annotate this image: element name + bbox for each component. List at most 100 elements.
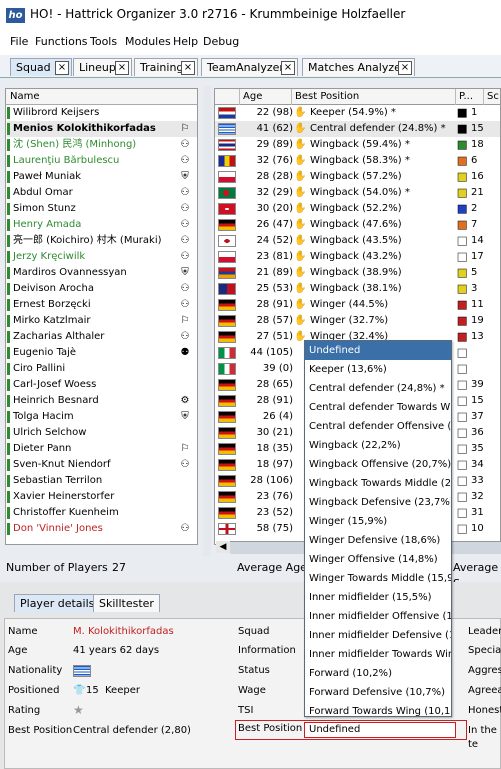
- table-row[interactable]: 29 (89) ✋ Wingback (59.4%) * ■ 18: [215, 137, 500, 153]
- list-item[interactable]: Simon Stunz ⚇: [7, 201, 197, 217]
- tab-player-details[interactable]: Player details: [14, 594, 101, 612]
- tab-matches-analyzer[interactable]: Matches Analyzer ×: [302, 58, 415, 76]
- table-row[interactable]: 28 (28) ✋ Wingback (57.2%) ■ 16: [215, 169, 500, 185]
- list-item[interactable]: Ciro Pallini: [7, 361, 197, 377]
- list-item[interactable]: Wilibrord Keijsers: [7, 105, 197, 121]
- list-item[interactable]: Ernest Borzęcki ⚇: [7, 297, 197, 313]
- popup-option[interactable]: Forward Towards Wing (10,1: [305, 702, 451, 716]
- player-name: Ulrich Selchow: [13, 427, 87, 438]
- splitter-handle[interactable]: [203, 86, 211, 556]
- list-item[interactable]: 沈 (Shen) 民鸿 (Minhong) ⚇: [7, 137, 197, 153]
- list-item[interactable]: Christoffer Kuenheim: [7, 505, 197, 521]
- tab-training[interactable]: Training ×: [134, 58, 198, 76]
- popup-option[interactable]: Forward Defensive (10,7%): [305, 683, 451, 702]
- list-item[interactable]: Deivison Arocha ⚇: [7, 281, 197, 297]
- aggression-label: Aggres: [468, 665, 501, 676]
- scroll-left-icon[interactable]: ◀: [216, 541, 230, 553]
- list-item[interactable]: Zacharias Althaler ⚇: [7, 329, 197, 345]
- popup-option[interactable]: Winger Towards Middle (15,9: [305, 569, 451, 588]
- hand-icon: ✋: [294, 139, 307, 150]
- popup-option[interactable]: Inner midfielder (15,5%): [305, 588, 451, 607]
- list-item[interactable]: Eugenio Tajè ⚉: [7, 345, 197, 361]
- list-item[interactable]: Mardiros Ovannessyan ⛨: [7, 265, 197, 281]
- player-name-list[interactable]: Wilibrord Keijsers Menios Kolokithikorfad…: [5, 105, 198, 545]
- popup-option[interactable]: Wingback Towards Middle (23: [305, 474, 451, 493]
- age-column-header[interactable]: Age: [240, 89, 292, 105]
- list-item[interactable]: Xavier Heinerstorfer: [7, 489, 197, 505]
- list-item[interactable]: Ulrich Selchow: [7, 425, 197, 441]
- name-value: M. Kolokithikorfadas: [73, 626, 174, 637]
- flag-column-header[interactable]: [215, 89, 240, 105]
- tab-squad[interactable]: Squad ×: [10, 58, 72, 76]
- list-item[interactable]: Heinrich Besnard ⚙: [7, 393, 197, 409]
- popup-option[interactable]: Central defender (24,8%) *: [305, 379, 451, 398]
- table-row[interactable]: 24 (52) ✋ Wingback (43.5%) ■ 14: [215, 233, 500, 249]
- list-item[interactable]: Jerzy Kręciwilk ⚇: [7, 249, 197, 265]
- table-row[interactable]: 32 (76) ✋ Wingback (58.3%) * ■ 6: [215, 153, 500, 169]
- list-item[interactable]: Henry Amada ⚇: [7, 217, 197, 233]
- position-column-header[interactable]: P...: [456, 89, 484, 105]
- table-row[interactable]: 32 (29) ✋ Wingback (54.0%) * ■ 21: [215, 185, 500, 201]
- popup-option[interactable]: Winger Offensive (14,8%): [305, 550, 451, 569]
- close-icon[interactable]: ×: [281, 61, 295, 75]
- close-icon[interactable]: ×: [115, 61, 129, 75]
- table-row[interactable]: 30 (20) ✋ Wingback (52.2%) ■ 2: [215, 201, 500, 217]
- list-item[interactable]: Menios Kolokithikorfadas ⚐: [7, 121, 197, 137]
- list-item[interactable]: Sebastian Terrilon: [7, 473, 197, 489]
- score-column-header[interactable]: Sc: [484, 89, 501, 105]
- popup-option[interactable]: Inner midfielder Defensive (17: [305, 626, 451, 645]
- list-item[interactable]: Abdul Omar ⚇: [7, 185, 197, 201]
- popup-option[interactable]: Inner midfielder Offensive (13: [305, 607, 451, 626]
- status-stripe: [7, 523, 10, 535]
- popup-option[interactable]: Keeper (13,6%): [305, 360, 451, 379]
- menu-functions[interactable]: Functions: [35, 35, 88, 48]
- menu-modules[interactable]: Modules: [125, 35, 171, 48]
- menu-help[interactable]: Help: [173, 35, 198, 48]
- table-row[interactable]: 22 (98) ✋ Keeper (54.9%) * ■ 1: [215, 105, 500, 121]
- tab-skilltester[interactable]: Skilltester: [93, 594, 160, 612]
- popup-option[interactable]: Undefined: [305, 341, 451, 360]
- table-row[interactable]: 25 (53) ✋ Wingback (38.1%) ■ 3: [215, 281, 500, 297]
- best-position-dropdown[interactable]: Undefined: [304, 722, 456, 738]
- menu-file[interactable]: File: [10, 35, 28, 48]
- popup-option[interactable]: Winger Defensive (18,6%): [305, 531, 451, 550]
- name-column-header[interactable]: Name: [5, 88, 198, 105]
- tab-lineup[interactable]: Lineup ×: [73, 58, 132, 76]
- table-row[interactable]: 28 (57) ✋ Winger (32.7%) ■ 19: [215, 313, 500, 329]
- popup-option[interactable]: Central defender Towards Wing: [305, 398, 451, 417]
- list-item[interactable]: Laurenţiu Bărbulescu ⚇: [7, 153, 197, 169]
- menu-debug[interactable]: Debug: [203, 35, 239, 48]
- list-item[interactable]: Don 'Vinnie' Jones ⚇: [7, 521, 197, 537]
- list-item[interactable]: Carl-Josef Woess: [7, 377, 197, 393]
- shirt-number: 6: [471, 155, 478, 166]
- table-row[interactable]: 23 (81) ✋ Wingback (43.2%) ■ 17: [215, 249, 500, 265]
- popup-option[interactable]: Central defender Offensive (2: [305, 417, 451, 436]
- popup-option[interactable]: Wingback (22,2%): [305, 436, 451, 455]
- table-row[interactable]: 21 (89) ✋ Wingback (38.9%) ■ 5: [215, 265, 500, 281]
- best-position-column-header[interactable]: Best Position: [292, 89, 456, 105]
- popup-option[interactable]: Winger (15,9%): [305, 512, 451, 531]
- table-row[interactable]: 41 (62) ✋ Central defender (24.8%) * ■ 15: [215, 121, 500, 137]
- age-cell: 25 (53): [256, 283, 293, 294]
- list-item[interactable]: 亮一郎 (Koichiro) 村木 (Muraki) ⚇: [7, 233, 197, 249]
- tab-label: TeamAnalyzer: [207, 61, 284, 74]
- menu-tools[interactable]: Tools: [90, 35, 117, 48]
- list-item[interactable]: Tolga Hacim ⛨: [7, 409, 197, 425]
- table-row[interactable]: 26 (47) ✋ Wingback (47.6%) ■ 7: [215, 217, 500, 233]
- shirt-number: 2: [471, 203, 478, 214]
- list-item[interactable]: Paweł Muniak ⛨: [7, 169, 197, 185]
- popup-option[interactable]: Wingback Defensive (23,7%): [305, 493, 451, 512]
- popup-option[interactable]: Inner midfielder Towards Wing: [305, 645, 451, 664]
- tab-teamanalyzer[interactable]: TeamAnalyzer ×: [201, 58, 298, 76]
- average-age-label: Average Age: [237, 561, 307, 574]
- close-icon[interactable]: ×: [398, 61, 412, 75]
- close-icon[interactable]: ×: [55, 61, 69, 75]
- best-position-popup[interactable]: Undefined Keeper (13,6%) Central defender …: [304, 340, 452, 717]
- list-item[interactable]: Mirko Katzlmair ⚐: [7, 313, 197, 329]
- list-item[interactable]: Dieter Pann ⚐: [7, 441, 197, 457]
- list-item[interactable]: Sven-Knut Niendorf ⚇: [7, 457, 197, 473]
- table-row[interactable]: 28 (91) ✋ Winger (44.5%) ■ 11: [215, 297, 500, 313]
- popup-option[interactable]: Forward (10,2%): [305, 664, 451, 683]
- popup-option[interactable]: Wingback Offensive (20,7%): [305, 455, 451, 474]
- close-icon[interactable]: ×: [181, 61, 195, 75]
